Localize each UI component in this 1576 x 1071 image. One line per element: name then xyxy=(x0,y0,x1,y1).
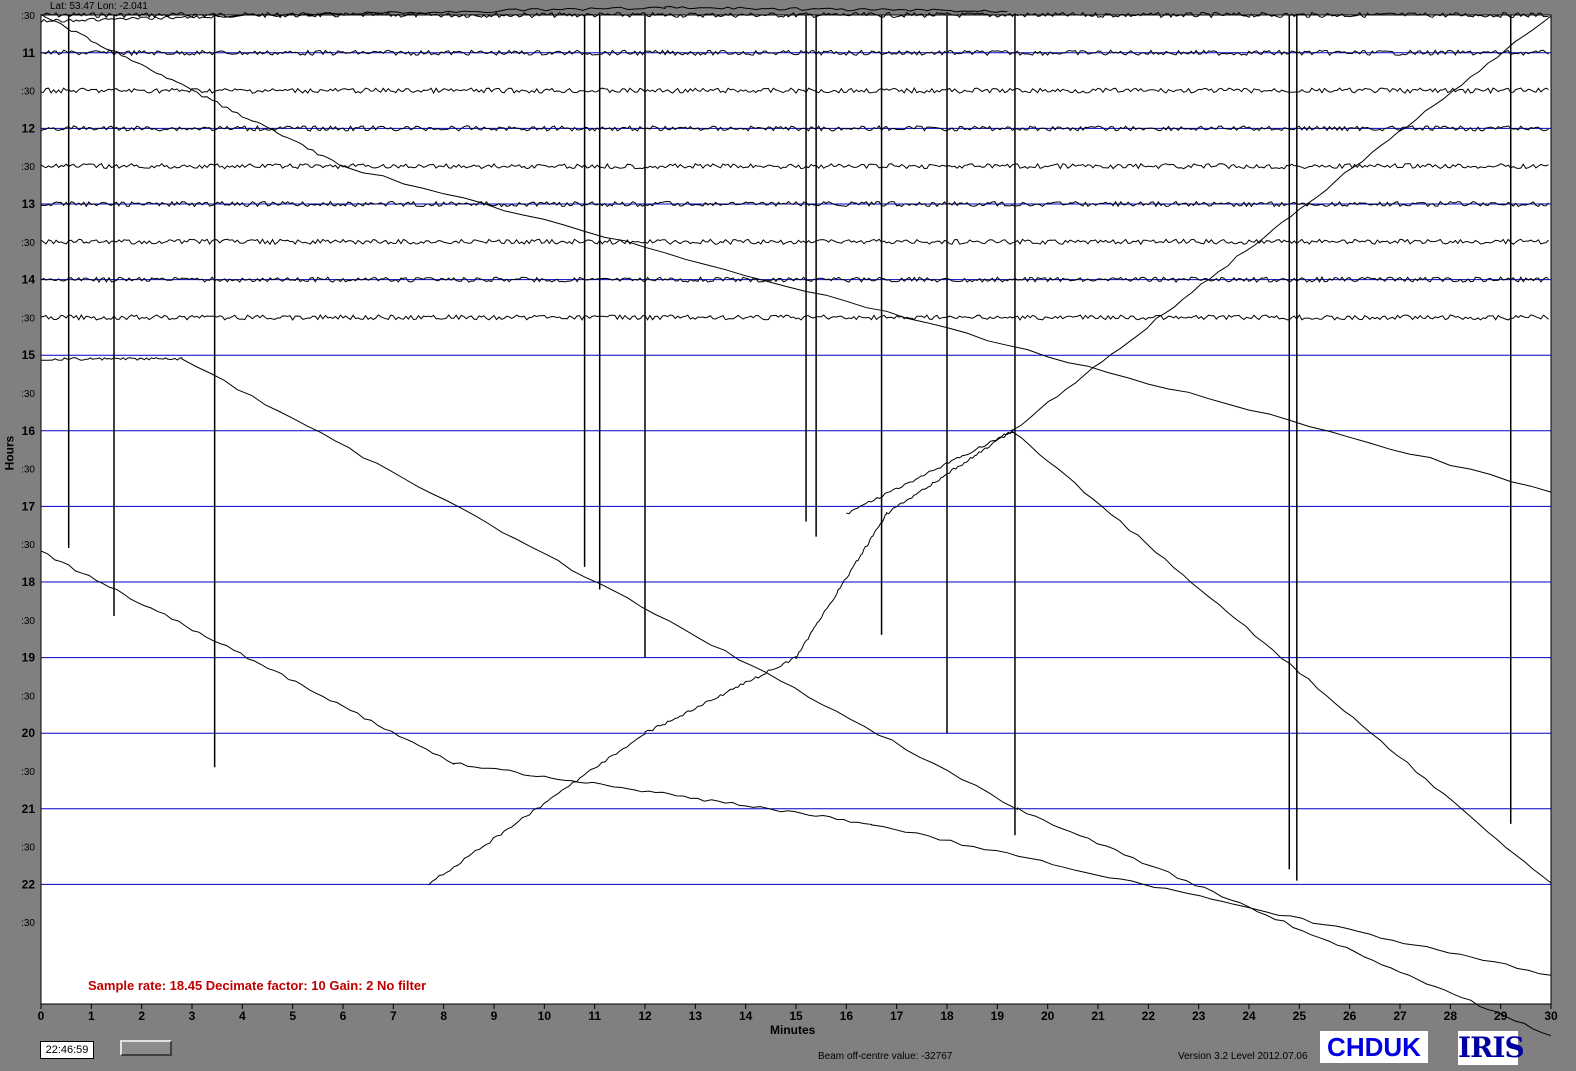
y-tick-label: 19 xyxy=(22,651,36,665)
y-tick-label: :30 xyxy=(21,389,35,400)
x-tick-label: 3 xyxy=(189,1009,196,1023)
y-tick-label: 14 xyxy=(22,273,36,287)
x-tick-label: 24 xyxy=(1242,1009,1256,1023)
version-label: Version 3.2 Level 2012.07.06 xyxy=(1178,1051,1308,1062)
y-tick-label: 17 xyxy=(22,499,36,513)
y-tick-label: :30 xyxy=(21,465,35,476)
x-tick-label: 1 xyxy=(88,1009,95,1023)
x-tick-label: 27 xyxy=(1393,1009,1407,1023)
y-tick-label: 15 xyxy=(22,348,36,362)
x-tick-label: 12 xyxy=(638,1009,652,1023)
x-tick-label: 11 xyxy=(588,1009,601,1023)
x-tick-label: 17 xyxy=(890,1009,904,1023)
x-tick-label: 16 xyxy=(840,1009,854,1023)
y-tick-label: :30 xyxy=(21,616,35,627)
x-tick-label: 2 xyxy=(138,1009,145,1023)
x-tick-label: 14 xyxy=(739,1009,753,1023)
y-tick-label: 18 xyxy=(22,575,36,589)
x-tick-label: 26 xyxy=(1343,1009,1357,1023)
sample-info: Sample rate: 18.45 Decimate factor: 10 G… xyxy=(88,978,427,993)
x-axis-title: Minutes xyxy=(770,1023,816,1037)
x-tick-label: 22 xyxy=(1142,1009,1156,1023)
y-tick-label: :30 xyxy=(21,313,35,324)
x-tick-label: 10 xyxy=(538,1009,552,1023)
x-tick-label: 18 xyxy=(940,1009,954,1023)
x-tick-label: 21 xyxy=(1091,1009,1105,1023)
x-tick-label: 7 xyxy=(390,1009,397,1023)
y-tick-label: :30 xyxy=(21,87,35,98)
x-tick-label: 9 xyxy=(491,1009,498,1023)
y-tick-label: 22 xyxy=(22,877,36,891)
y-tick-label: :30 xyxy=(21,843,35,854)
plot-area xyxy=(41,15,1551,1004)
x-tick-label: 6 xyxy=(340,1009,347,1023)
x-tick-label: 8 xyxy=(440,1009,447,1023)
y-axis-title: Hours xyxy=(2,435,17,471)
y-tick-label: 16 xyxy=(22,424,36,438)
beam-status: Beam off-centre value: -32767 xyxy=(818,1051,953,1062)
y-tick-label: :30 xyxy=(21,767,35,778)
x-tick-label: 15 xyxy=(789,1009,803,1023)
y-tick-label: 12 xyxy=(22,121,36,135)
x-tick-label: 30 xyxy=(1544,1009,1558,1023)
y-tick-label: :30 xyxy=(21,11,35,22)
x-tick-label: 0 xyxy=(38,1009,45,1023)
x-tick-label: 20 xyxy=(1041,1009,1055,1023)
y-tick-label: 21 xyxy=(22,802,36,816)
station-code: CHDUK xyxy=(1320,1031,1428,1063)
y-tick-label: 20 xyxy=(22,726,36,740)
iris-logo: IRIS xyxy=(1458,1031,1525,1065)
y-tick-label: :30 xyxy=(21,162,35,173)
x-tick-label: 28 xyxy=(1444,1009,1458,1023)
x-tick-label: 13 xyxy=(689,1009,703,1023)
helicorder-chart: :3011:3012:3013:3014:3015:3016:3017:3018… xyxy=(21,5,1558,1037)
y-tick-label: :30 xyxy=(21,238,35,249)
y-tick-label: :30 xyxy=(21,540,35,551)
y-tick-label: :30 xyxy=(21,918,35,929)
clock-display: 22:46:59 xyxy=(40,1041,94,1059)
x-tick-label: 4 xyxy=(239,1009,246,1023)
x-tick-label: 25 xyxy=(1293,1009,1307,1023)
y-tick-label: :30 xyxy=(21,691,35,702)
x-tick-label: 5 xyxy=(289,1009,296,1023)
x-tick-label: 19 xyxy=(991,1009,1005,1023)
blank-button[interactable] xyxy=(120,1040,172,1056)
y-tick-label: 11 xyxy=(22,46,35,60)
x-tick-label: 23 xyxy=(1192,1009,1206,1023)
y-tick-label: 13 xyxy=(22,197,36,211)
coordinates-label: Lat: 53.47 Lon: -2.041 xyxy=(50,1,148,12)
